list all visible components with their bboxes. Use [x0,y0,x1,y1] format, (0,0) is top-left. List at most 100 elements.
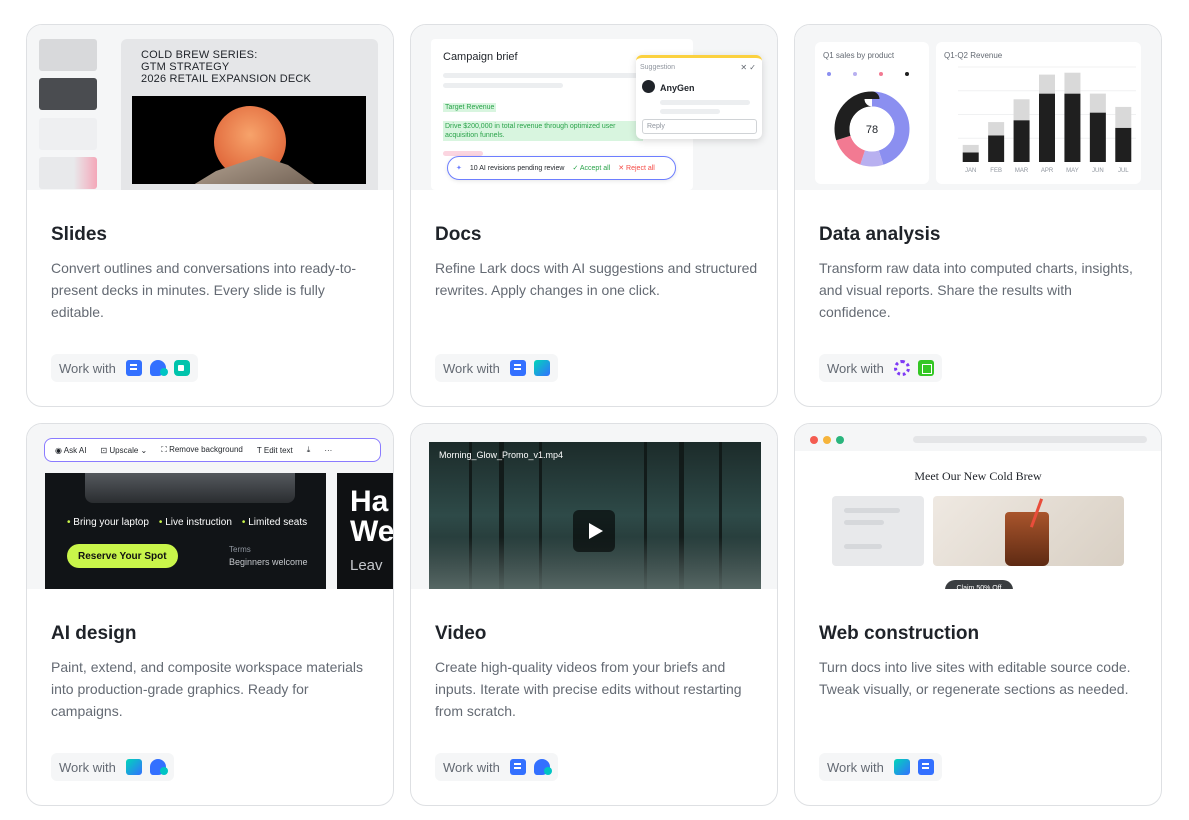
maximize-dot-icon [836,436,844,444]
accept-all-button[interactable]: ✓ Accept all [572,164,610,172]
legend-dot [879,72,883,76]
bar [1115,127,1132,162]
card-description: Create high-quality videos from your bri… [435,659,742,719]
pending-count: 10 AI revisions pending review [469,164,565,172]
reserve-spot-button: Reserve Your Spot [67,544,178,568]
slide-thumbnail[interactable] [39,118,97,150]
card-title: Data analysis [819,224,941,245]
video-preview: Morning_Glow_Promo_v1.mp4 [411,424,777,589]
x-tick-label: FEB [990,168,1002,174]
slide-thumbnail[interactable] [39,157,97,189]
event-banner: • Bring your laptop • Live instruction •… [45,473,326,589]
legend-dot [827,72,831,76]
bar [1039,74,1055,94]
card-description: Refine Lark docs with AI suggestions and… [435,260,758,298]
bar [988,135,1005,162]
agent-name: AnyGen [660,83,695,93]
upscale-button[interactable]: ⊡ Upscale ⌄ [100,446,147,455]
bar [962,152,979,162]
pie-chart-panel: Q1 sales by product 78 [815,42,929,184]
video-filename: Morning_Glow_Promo_v1.mp4 [439,450,564,460]
slide-thumbnail[interactable] [39,78,97,110]
data-preview: Q1 sales by product 78 Q1-Q2 Revenue JAN… [795,25,1161,190]
work-with-bar: Work with [51,753,174,781]
design-toolbar: ◉ Ask AI ⊡ Upscale ⌄ ⛶ Remove background… [44,438,381,462]
bar [1089,112,1106,162]
banner-subline: Leav [350,557,383,574]
claim-offer-button: Claim 50% Off [945,580,1013,589]
work-with-label: Work with [443,759,500,775]
data-analysis-card[interactable]: Q1 sales by product 78 Q1-Q2 Revenue JAN… [794,24,1162,407]
docs-app-icon [917,759,934,775]
work-with-label: Work with [59,360,116,376]
bar [1013,99,1030,121]
edit-text-button[interactable]: T Edit text [257,446,293,455]
address-bar [913,436,1147,443]
sheets-app-icon [917,360,934,376]
card-description: Turn docs into live sites with editable … [819,659,1131,697]
web-construction-card[interactable]: Meet Our New Cold Brew Claim 50% Off Web… [794,423,1162,806]
messenger-app-icon [533,759,552,775]
work-with-bar: Work with [435,354,558,382]
bar [1064,72,1081,94]
reply-input[interactable]: Reply [642,119,757,134]
ai-design-card[interactable]: ◉ Ask AI ⊡ Upscale ⌄ ⛶ Remove background… [26,423,394,806]
work-with-bar: Work with [819,354,942,382]
slide-title-line3: 2026 RETAIL EXPANSION DECK [141,73,312,85]
banner-bullet: • Live instruction [158,517,232,528]
card-title: Docs [435,224,482,245]
bar [1039,93,1055,162]
sunset-image [132,96,366,184]
browser-window: Meet Our New Cold Brew Claim 50% Off [795,424,1161,589]
pie-center-label: 78 [866,124,878,136]
terms-text: Terms [229,545,251,554]
card-description: Transform raw data into computed charts,… [819,260,1133,320]
pie-chart: 78 [827,72,910,167]
close-icon[interactable]: ✕ ✓ [740,63,756,72]
work-with-bar: Work with [819,753,942,781]
download-icon[interactable]: ⤓ [307,445,311,455]
bar-chart-panel: Q1-Q2 Revenue JAN FEB MAR APR MAY JUN JUL [936,42,1141,184]
video-player[interactable]: Morning_Glow_Promo_v1.mp4 [429,442,761,589]
base-app-icon [125,759,142,775]
laptop-image [85,473,295,503]
more-icon[interactable]: ··· [324,446,332,455]
work-with-bar: Work with [435,753,558,781]
beginners-text: Beginners welcome [229,557,308,567]
messenger-app-icon [149,360,168,376]
close-dot-icon [810,436,818,444]
work-with-label: Work with [827,360,884,376]
video-card[interactable]: Morning_Glow_Promo_v1.mp4 Video Create h… [410,423,778,806]
x-tick-label: JUN [1092,168,1104,174]
card-title: Web construction [819,623,980,644]
revision-review-bar: ✦ 10 AI revisions pending review ✓ Accep… [447,156,676,180]
play-icon[interactable] [573,510,615,552]
docs-app-icon [509,360,526,376]
work-with-bar: Work with [51,354,198,382]
messenger-app-icon [149,759,168,775]
remove-background-button[interactable]: ⛶ Remove background [161,445,243,455]
x-tick-label: MAY [1066,168,1079,174]
docs-preview: Campaign brief Target Revenue Drive $200… [411,25,777,190]
banner-headline-2: We [350,515,393,548]
bar [1064,93,1081,162]
slides-card[interactable]: COLD BREW SERIES: GTM STRATEGY 2026 RETA… [26,24,394,407]
legend-dot [905,72,909,76]
ask-ai-button[interactable]: ◉ Ask AI [55,446,86,455]
card-title: AI design [51,623,137,644]
event-banner-variant: Ha We Leav [337,473,393,589]
suggestion-popup: Suggestion ✕ ✓ AnyGen Reply [636,55,762,139]
banner-bullet: • Limited seats [241,517,308,528]
card-description: Paint, extend, and composite workspace m… [51,659,364,719]
docs-card[interactable]: Campaign brief Target Revenue Drive $200… [410,24,778,407]
docs-app-icon [509,759,526,775]
slide-title-line1: COLD BREW SERIES: [141,49,258,61]
slide-thumbnail[interactable] [39,39,97,71]
bar [962,144,979,153]
x-tick-label: APR [1041,168,1054,174]
doc-title: Campaign brief [443,51,518,63]
target-label: Target Revenue [443,103,497,112]
target-text: Drive $200,000 in total revenue through … [443,121,643,141]
bar [1013,120,1030,162]
reject-all-button[interactable]: ✕ Reject all [618,164,655,172]
